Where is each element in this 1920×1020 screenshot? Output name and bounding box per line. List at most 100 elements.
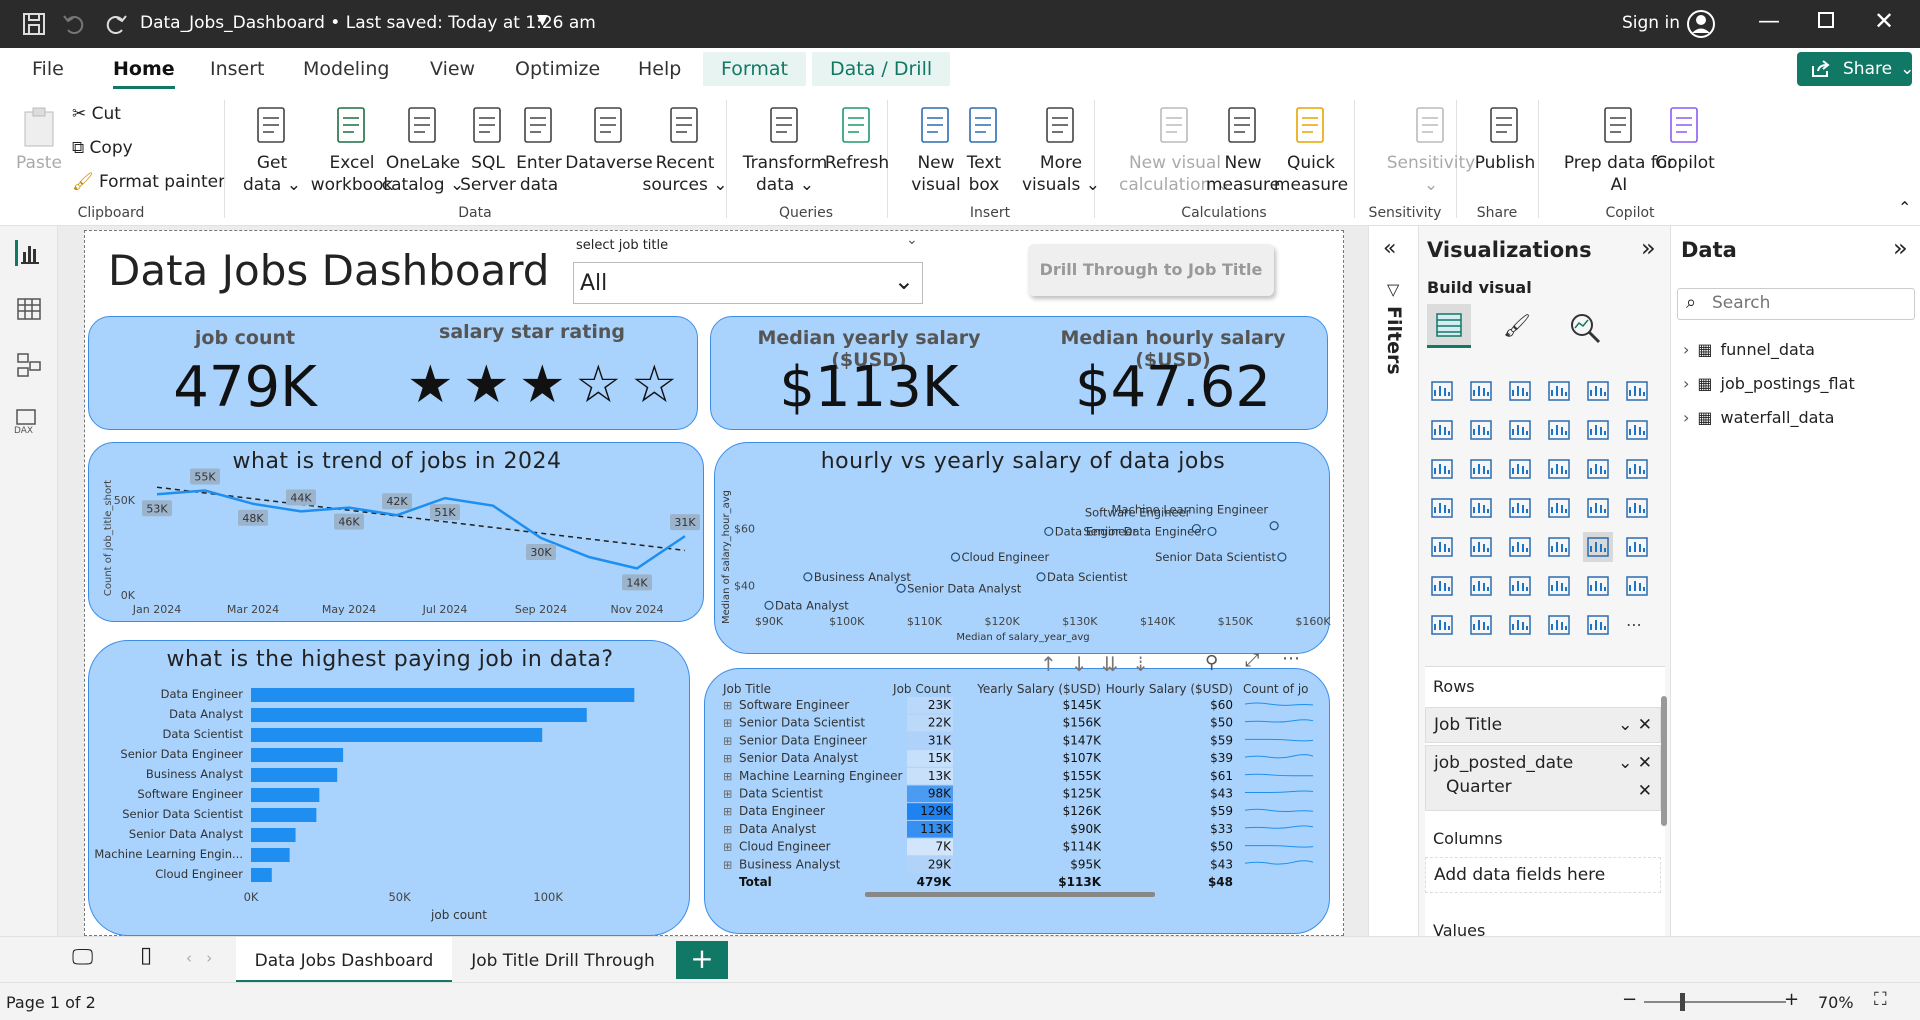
model-view-icon[interactable] (16, 352, 42, 378)
visual-header-icons[interactable]: ↑↓⇊⇣ (1040, 652, 1163, 676)
pane-scrollbar[interactable] (1661, 696, 1667, 826)
page-tab-drill-through[interactable]: Job Title Drill Through (454, 937, 672, 983)
scatter-chart-card[interactable]: hourly vs yearly salary of data jobs $90… (714, 442, 1331, 654)
report-view-icon[interactable] (15, 240, 43, 266)
table-icon[interactable] (1544, 532, 1574, 562)
pie-icon[interactable] (1583, 454, 1613, 484)
job-title-slicer[interactable]: All ⌄ (573, 262, 923, 304)
tab-home[interactable]: Home (113, 58, 175, 89)
power-automate-icon[interactable] (1544, 610, 1574, 640)
azure-map-icon[interactable] (1544, 493, 1574, 523)
expand-right-icon[interactable]: » (1893, 234, 1908, 262)
row-field-posted-date[interactable]: job_posted_date ⌄ ✕ Quarter ✕ (1425, 745, 1661, 811)
trend-chart-card[interactable]: what is trend of jobs in 2024 Count of j… (88, 442, 704, 622)
clustered-column-icon[interactable] (1544, 376, 1574, 406)
zoom-in-button[interactable]: + (1784, 989, 1799, 1010)
minimize-button[interactable]: — (1758, 9, 1780, 34)
funnel-icon[interactable] (1505, 454, 1535, 484)
page-tab-dashboard[interactable]: Data Jobs Dashboard (236, 937, 452, 983)
account-icon[interactable] (1686, 9, 1716, 39)
mobile-layout-icon[interactable]: ▯ (140, 943, 152, 968)
slicer-icon[interactable] (1505, 532, 1535, 562)
maximize-button[interactable] (1818, 12, 1834, 28)
drill-through-button[interactable]: Drill Through to Job Title (1028, 244, 1274, 296)
collapse-ribbon-icon[interactable]: ⌃ (1898, 198, 1911, 217)
paste-button[interactable]: Paste (14, 104, 64, 174)
undo-icon[interactable] (60, 10, 88, 38)
data-table-item[interactable]: › ▦ funnel_data (1683, 340, 1815, 359)
collapse-left-icon[interactable]: « (1383, 236, 1396, 261)
data-table-item[interactable]: › ▦ job_postings_flat (1683, 374, 1855, 393)
document-title[interactable]: Data_Jobs_Dashboard • Last saved: Today … (140, 13, 596, 33)
publish-button[interactable]: Publish (1464, 104, 1546, 174)
100-bar-icon[interactable] (1583, 376, 1613, 406)
slicer-collapse-icon[interactable]: ⌄ (906, 232, 918, 248)
save-icon[interactable] (20, 10, 48, 38)
narrative-icon[interactable] (1583, 610, 1613, 640)
tab-insert[interactable]: Insert (210, 58, 265, 80)
columns-drop-zone[interactable]: Add data fields here (1425, 857, 1661, 893)
line-column-icon[interactable] (1583, 415, 1613, 445)
table-view-icon[interactable] (16, 296, 42, 322)
treemap-icon[interactable] (1427, 493, 1457, 523)
desktop-layout-icon[interactable]: 🖵 (72, 945, 93, 970)
kpi-icon[interactable] (1466, 532, 1496, 562)
sign-in-link[interactable]: Sign in (1622, 13, 1680, 33)
filter-icon[interactable]: ⚲ (1205, 652, 1218, 673)
bar-chart-card[interactable]: what is the highest paying job in data? … (88, 640, 690, 936)
row-field-job-title[interactable]: Job Title ⌄ ✕ (1425, 707, 1661, 743)
filter-pane[interactable]: « ▽ Filters (1368, 226, 1418, 982)
100-column-icon[interactable] (1622, 376, 1652, 406)
matrix-visual[interactable]: Job Title Job Count Yearly Salary ($USD) Ho… (704, 668, 1330, 934)
build-visual-tab[interactable] (1427, 304, 1471, 348)
scatter-icon[interactable] (1544, 454, 1574, 484)
stacked-bar-icon[interactable] (1427, 376, 1457, 406)
data-table-item[interactable]: › ▦ waterfall_data (1683, 408, 1834, 427)
share-button[interactable]: Share ⌄ (1797, 52, 1914, 86)
r-visual-icon[interactable] (1622, 532, 1652, 562)
tab-view[interactable]: View (430, 58, 475, 80)
smart-narrative-icon[interactable] (1583, 571, 1613, 601)
format-painter-button[interactable]: 🖌 Format painter (72, 172, 225, 192)
multi-row-card-icon[interactable] (1427, 532, 1457, 562)
recent-sources-button[interactable]: Recent sources ⌄ (634, 104, 736, 196)
analytics-icon[interactable] (1569, 312, 1601, 344)
area-icon[interactable] (1466, 415, 1496, 445)
tab-file[interactable]: File (32, 58, 64, 80)
clustered-bar-icon[interactable] (1505, 376, 1535, 406)
zoom-out-button[interactable]: − (1622, 989, 1637, 1010)
tab-data-drill[interactable]: Data / Drill (812, 52, 951, 86)
ribbon-icon[interactable] (1622, 415, 1652, 445)
tab-optimize[interactable]: Optimize (515, 58, 600, 80)
goals-icon[interactable] (1622, 571, 1652, 601)
tab-modeling[interactable]: Modeling (303, 58, 389, 80)
key-influencers-icon[interactable] (1466, 571, 1496, 601)
page-nav-arrows[interactable]: ‹ › (186, 949, 212, 967)
100-area-icon[interactable] (1544, 415, 1574, 445)
qa-icon[interactable] (1544, 571, 1574, 601)
zoom-slider[interactable] (1644, 1001, 1786, 1003)
stacked-column-icon[interactable] (1466, 376, 1496, 406)
zoom-slider-thumb[interactable] (1680, 993, 1685, 1011)
text-box-button[interactable]: Text box (958, 104, 1010, 196)
copy-button[interactable]: ⧉ Copy (72, 138, 133, 158)
tab-help[interactable]: Help (638, 58, 681, 80)
copilot-button[interactable]: Copilot (1644, 104, 1726, 174)
data-search-box[interactable]: ⌕ (1677, 288, 1915, 320)
remove-icon[interactable]: ✕ (1638, 781, 1652, 801)
map-icon[interactable] (1466, 493, 1496, 523)
more-visuals-button[interactable]: More visuals ⌄ (1010, 104, 1112, 196)
stacked-area-icon[interactable] (1505, 415, 1535, 445)
get-data-button[interactable]: Get data ⌄ (236, 104, 308, 196)
line-icon[interactable] (1427, 415, 1457, 445)
more-icon[interactable]: ⋯ (1622, 610, 1652, 640)
power-apps-icon[interactable] (1505, 610, 1535, 640)
dax-query-icon[interactable]: DAX (14, 408, 42, 434)
chevron-remove-icons[interactable]: ⌄ ✕ (1618, 753, 1652, 773)
matrix-icon[interactable] (1583, 532, 1613, 562)
expand-right-icon[interactable]: » (1641, 234, 1656, 262)
add-page-button[interactable]: + (676, 941, 728, 979)
focus-mode-icon[interactable]: ⤢ (1245, 650, 1259, 671)
search-input[interactable] (1712, 293, 1902, 313)
decomposition-tree-icon[interactable] (1505, 571, 1535, 601)
